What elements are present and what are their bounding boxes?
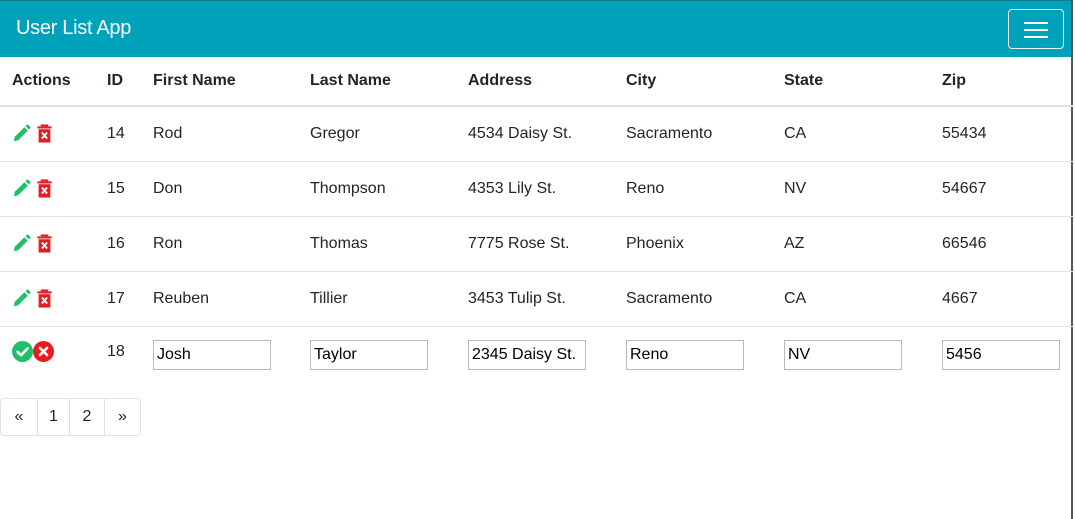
cell-address: 4353 Lily St.: [456, 161, 614, 217]
cell-city: Sacramento: [614, 271, 772, 327]
column-header-last-name: Last Name: [298, 57, 456, 107]
column-header-address: Address: [456, 57, 614, 107]
table-row: 17 Reuben Tillier 3453 Tulip St. Sacrame…: [0, 271, 1073, 327]
pencil-icon[interactable]: [12, 234, 31, 253]
app-window: User List App Actions ID First Name Last…: [0, 0, 1073, 519]
column-header-id: ID: [95, 57, 141, 107]
cell-last-name: [298, 326, 456, 382]
cell-id: 17: [95, 271, 141, 327]
cell-first-name: Don: [141, 161, 298, 217]
user-table: Actions ID First Name Last Name Address …: [0, 57, 1073, 382]
pencil-icon[interactable]: [12, 179, 31, 198]
table-row: 14 Rod Gregor 4534 Daisy St. Sacramento …: [0, 106, 1073, 162]
address-input[interactable]: [468, 339, 586, 370]
trash-icon[interactable]: [35, 234, 54, 253]
pencil-icon[interactable]: [12, 289, 31, 308]
pencil-icon[interactable]: [12, 124, 31, 143]
cell-last-name: Thompson: [298, 161, 456, 217]
cell-city: Reno: [614, 161, 772, 217]
hamburger-icon-line: [1024, 36, 1048, 38]
actions-cell: [0, 216, 95, 272]
cell-id: 15: [95, 161, 141, 217]
pagination-page-2[interactable]: 2: [69, 399, 104, 435]
actions-cell: [0, 271, 95, 327]
cell-last-name: Gregor: [298, 106, 456, 162]
pagination-next-button[interactable]: »: [104, 399, 140, 435]
table-header: Actions ID First Name Last Name Address …: [0, 57, 1073, 107]
actions-cell: [0, 106, 95, 162]
cell-first-name: Ron: [141, 216, 298, 272]
app-title[interactable]: User List App: [16, 17, 131, 40]
cell-first-name: Rod: [141, 106, 298, 162]
trash-icon[interactable]: [35, 179, 54, 198]
cell-state: [772, 326, 930, 382]
pagination-prev-button[interactable]: «: [1, 399, 37, 435]
zip-input[interactable]: [942, 339, 1060, 370]
hamburger-icon: [1024, 22, 1048, 24]
cell-state: CA: [772, 106, 930, 162]
cell-address: [456, 326, 614, 382]
cell-state: NV: [772, 161, 930, 217]
cell-state: AZ: [772, 216, 930, 272]
header-row: Actions ID First Name Last Name Address …: [0, 57, 1073, 107]
state-input[interactable]: [784, 339, 902, 370]
actions-cell: [0, 161, 95, 217]
cell-address: 4534 Daisy St.: [456, 106, 614, 162]
trash-icon[interactable]: [35, 289, 54, 308]
table-row: 15 Don Thompson 4353 Lily St. Reno NV 54…: [0, 161, 1073, 217]
city-input[interactable]: [626, 339, 744, 370]
pagination-page-1[interactable]: 1: [37, 399, 69, 435]
cell-address: 7775 Rose St.: [456, 216, 614, 272]
x-circle-icon[interactable]: [33, 340, 54, 362]
cell-zip: 55434: [930, 106, 1073, 162]
cell-last-name: Tillier: [298, 271, 456, 327]
cell-first-name: [141, 326, 298, 382]
cell-id: 16: [95, 216, 141, 272]
actions-cell: [0, 326, 95, 382]
cell-city: Phoenix: [614, 216, 772, 272]
trash-icon[interactable]: [35, 124, 54, 143]
column-header-state: State: [772, 57, 930, 107]
cell-id: 14: [95, 106, 141, 162]
first-name-input[interactable]: [153, 339, 271, 370]
cell-zip: [930, 326, 1073, 382]
menu-toggle-button[interactable]: [1008, 9, 1064, 49]
table-body: 14 Rod Gregor 4534 Daisy St. Sacramento …: [0, 106, 1073, 382]
cell-last-name: Thomas: [298, 216, 456, 272]
edit-row: 18: [0, 326, 1073, 382]
cell-address: 3453 Tulip St.: [456, 271, 614, 327]
cell-id: 18: [107, 342, 125, 360]
column-header-zip: Zip: [930, 57, 1073, 107]
cell-zip: 4667: [930, 271, 1073, 327]
table-row: 16 Ron Thomas 7775 Rose St. Phoenix AZ 6…: [0, 216, 1073, 272]
column-header-city: City: [614, 57, 772, 107]
check-circle-icon[interactable]: [12, 340, 33, 362]
column-header-first-name: First Name: [141, 57, 298, 107]
cell-first-name: Reuben: [141, 271, 298, 327]
navbar: User List App: [0, 0, 1071, 57]
column-header-actions: Actions: [0, 57, 95, 107]
cell-city: [614, 326, 772, 382]
cell-city: Sacramento: [614, 106, 772, 162]
cell-zip: 54667: [930, 161, 1073, 217]
cell-zip: 66546: [930, 216, 1073, 272]
last-name-input[interactable]: [310, 339, 428, 370]
pagination: « 1 2 »: [0, 398, 141, 436]
hamburger-icon-line: [1024, 29, 1048, 31]
cell-state: CA: [772, 271, 930, 327]
